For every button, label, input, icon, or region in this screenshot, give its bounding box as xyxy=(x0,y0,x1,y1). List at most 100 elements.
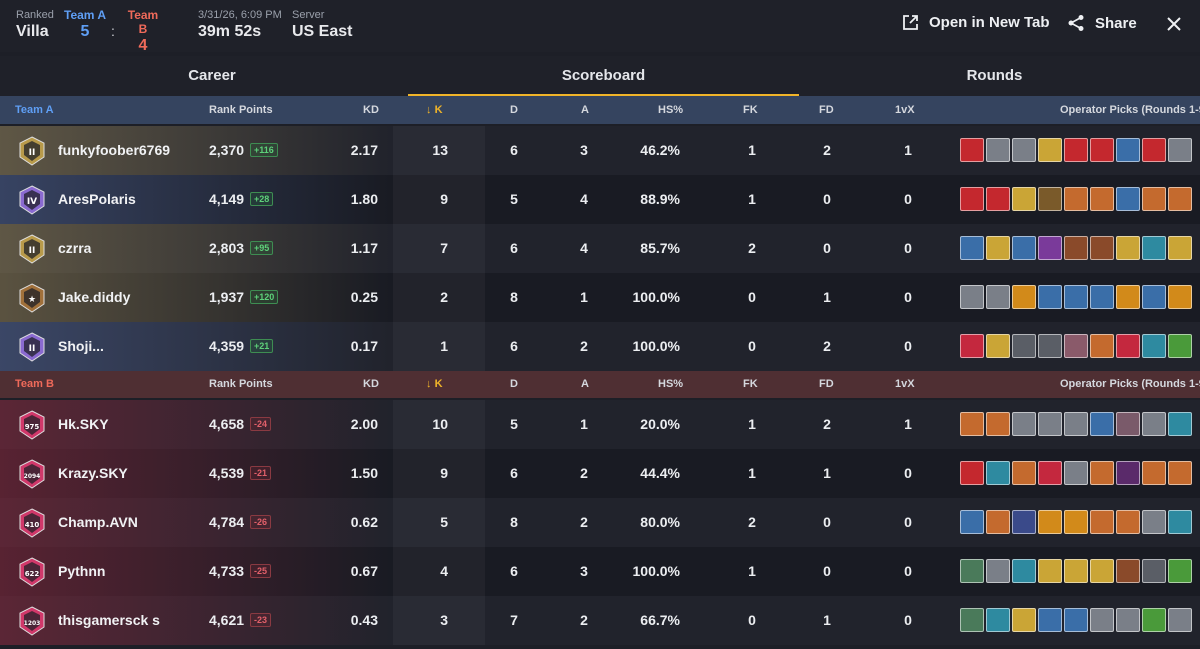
operator-icon[interactable] xyxy=(1064,510,1088,534)
operator-icon[interactable] xyxy=(1012,559,1036,583)
player-name[interactable]: czrra xyxy=(58,224,91,273)
col-rank-points[interactable]: Rank Points xyxy=(209,96,273,124)
player-name[interactable]: Jake.diddy xyxy=(58,273,130,322)
operator-icon[interactable] xyxy=(1116,236,1140,260)
operator-icon[interactable] xyxy=(1038,412,1062,436)
player-name[interactable]: Pythnn xyxy=(58,547,105,596)
operator-icon[interactable] xyxy=(1012,138,1036,162)
operator-icon[interactable] xyxy=(960,412,984,436)
tab-rounds[interactable]: Rounds xyxy=(799,56,1190,96)
operator-icon[interactable] xyxy=(1090,412,1114,436)
col-fk[interactable]: FK xyxy=(743,96,758,124)
operator-icon[interactable] xyxy=(1064,285,1088,309)
operator-icon[interactable] xyxy=(986,187,1010,211)
player-row[interactable]: 2094 Krazy.SKY 4,539 -21 1.50 9 6 2 44.4% 1 1 0 xyxy=(0,449,1200,498)
operator-icon[interactable] xyxy=(1064,334,1088,358)
operator-icon[interactable] xyxy=(1038,334,1062,358)
operator-icon[interactable] xyxy=(1038,461,1062,485)
operator-icon[interactable] xyxy=(1090,559,1114,583)
col-hs[interactable]: HS% xyxy=(658,370,683,398)
col-fk[interactable]: FK xyxy=(743,370,758,398)
col-k[interactable]: ↓ K xyxy=(426,96,443,124)
operator-icon[interactable] xyxy=(960,461,984,485)
player-row[interactable]: 1203 thisgamersck s 4,621 -23 0.43 3 7 2 66.7% 0 1… xyxy=(0,596,1200,645)
operator-icon[interactable] xyxy=(1116,285,1140,309)
operator-icon[interactable] xyxy=(1090,334,1114,358)
operator-icon[interactable] xyxy=(960,608,984,632)
player-row[interactable]: IV AresPolaris 4,149 +28 1.80 9 5 4 88.9% 1 0 0 xyxy=(0,175,1200,224)
operator-icon[interactable] xyxy=(1064,412,1088,436)
player-row[interactable]: II funkyfoober6769 2,370 +116 2.17 13 6 3 46.2% 1… xyxy=(0,126,1200,175)
operator-icon[interactable] xyxy=(1116,412,1140,436)
col-k[interactable]: ↓ K xyxy=(426,370,443,398)
operator-icon[interactable] xyxy=(1012,510,1036,534)
col-1vx[interactable]: 1vX xyxy=(895,96,915,124)
tab-scoreboard[interactable]: Scoreboard xyxy=(408,56,799,96)
operator-icon[interactable] xyxy=(1142,608,1166,632)
operator-icon[interactable] xyxy=(1038,285,1062,309)
open-new-tab-button[interactable]: Open in New Tab xyxy=(902,14,1050,31)
operator-icon[interactable] xyxy=(1090,510,1114,534)
col-1vx[interactable]: 1vX xyxy=(895,370,915,398)
operator-icon[interactable] xyxy=(1064,187,1088,211)
operator-icon[interactable] xyxy=(1142,461,1166,485)
tab-career[interactable]: Career xyxy=(12,56,412,96)
operator-icon[interactable] xyxy=(1142,412,1166,436)
operator-icon[interactable] xyxy=(986,461,1010,485)
operator-icon[interactable] xyxy=(1012,412,1036,436)
operator-icon[interactable] xyxy=(1168,461,1192,485)
col-d[interactable]: D xyxy=(510,370,518,398)
col-fd[interactable]: FD xyxy=(819,370,834,398)
operator-icon[interactable] xyxy=(1012,236,1036,260)
operator-icon[interactable] xyxy=(1038,608,1062,632)
player-row[interactable]: ★ Jake.diddy 1,937 +120 0.25 2 8 1 100.0% 0 1 0 xyxy=(0,273,1200,322)
operator-icon[interactable] xyxy=(1116,138,1140,162)
col-kd[interactable]: KD xyxy=(363,370,379,398)
operator-icon[interactable] xyxy=(1012,187,1036,211)
operator-icon[interactable] xyxy=(960,138,984,162)
col-a[interactable]: A xyxy=(581,96,589,124)
operator-icon[interactable] xyxy=(1168,334,1192,358)
operator-icon[interactable] xyxy=(1142,187,1166,211)
operator-icon[interactable] xyxy=(1142,285,1166,309)
player-name[interactable]: thisgamersck s xyxy=(58,596,160,645)
operator-icon[interactable] xyxy=(1142,138,1166,162)
player-row[interactable]: II czrra 2,803 +95 1.17 7 6 4 85.7% 2 0 0 xyxy=(0,224,1200,273)
operator-icon[interactable] xyxy=(1168,138,1192,162)
operator-icon[interactable] xyxy=(1168,608,1192,632)
operator-icon[interactable] xyxy=(960,510,984,534)
operator-icon[interactable] xyxy=(1142,559,1166,583)
operator-icon[interactable] xyxy=(1168,412,1192,436)
operator-icon[interactable] xyxy=(1038,138,1062,162)
operator-icon[interactable] xyxy=(1038,187,1062,211)
operator-icon[interactable] xyxy=(986,138,1010,162)
operator-icon[interactable] xyxy=(1012,461,1036,485)
operator-icon[interactable] xyxy=(960,236,984,260)
operator-icon[interactable] xyxy=(960,285,984,309)
operator-icon[interactable] xyxy=(1090,608,1114,632)
operator-icon[interactable] xyxy=(1090,138,1114,162)
operator-icon[interactable] xyxy=(1116,334,1140,358)
operator-icon[interactable] xyxy=(1116,187,1140,211)
operator-icon[interactable] xyxy=(1090,285,1114,309)
player-row[interactable]: II Shoji... 4,359 +21 0.17 1 6 2 100.0% 0 2 0 xyxy=(0,322,1200,371)
operator-icon[interactable] xyxy=(1064,236,1088,260)
operator-icon[interactable] xyxy=(1116,608,1140,632)
operator-icon[interactable] xyxy=(1116,559,1140,583)
operator-icon[interactable] xyxy=(1116,510,1140,534)
operator-icon[interactable] xyxy=(1012,285,1036,309)
operator-icon[interactable] xyxy=(1168,285,1192,309)
operator-icon[interactable] xyxy=(1168,510,1192,534)
operator-icon[interactable] xyxy=(1142,236,1166,260)
operator-icon[interactable] xyxy=(986,334,1010,358)
player-name[interactable]: Hk.SKY xyxy=(58,400,109,449)
operator-icon[interactable] xyxy=(1038,559,1062,583)
player-row[interactable]: 410 Champ.AVN 4,784 -26 0.62 5 8 2 80.0% 2 0 0 xyxy=(0,498,1200,547)
operator-icon[interactable] xyxy=(986,285,1010,309)
operator-icon[interactable] xyxy=(1064,461,1088,485)
player-name[interactable]: Shoji... xyxy=(58,322,104,371)
col-rank-points[interactable]: Rank Points xyxy=(209,370,273,398)
operator-icon[interactable] xyxy=(1168,559,1192,583)
operator-icon[interactable] xyxy=(1116,461,1140,485)
operator-icon[interactable] xyxy=(1064,559,1088,583)
